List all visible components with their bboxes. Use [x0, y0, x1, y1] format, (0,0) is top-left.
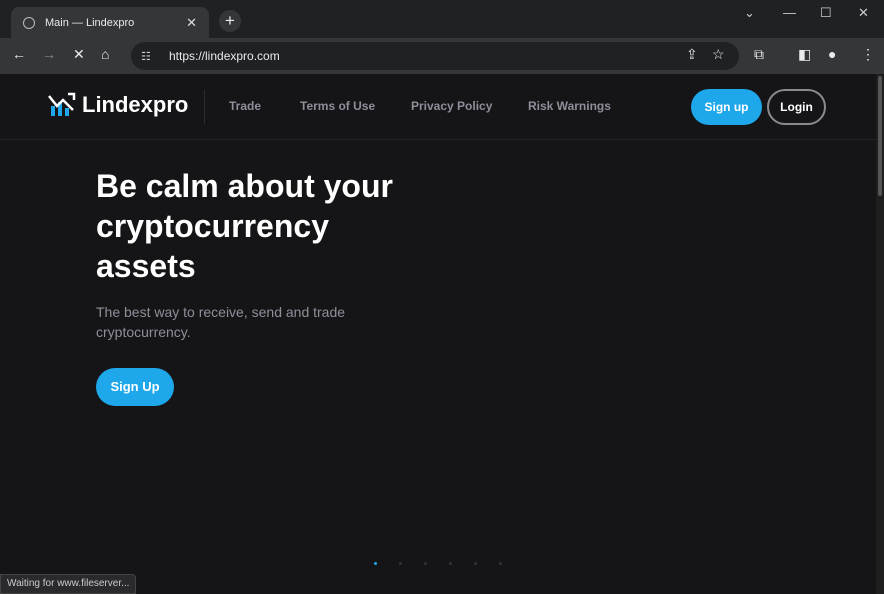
home-icon[interactable]: ⌂ — [101, 46, 109, 62]
hero-title: Be calm about your cryptocurrency assets — [96, 168, 393, 284]
forward-icon[interactable]: → — [42, 46, 56, 62]
chart-logo-icon — [48, 92, 76, 116]
slider-dot[interactable] — [499, 562, 502, 565]
scrollbar-thumb[interactable] — [878, 76, 882, 196]
tab-search-icon[interactable]: ⌄ — [744, 5, 755, 21]
close-window-icon[interactable]: ✕ — [858, 5, 869, 21]
slider-dot[interactable] — [399, 562, 402, 565]
tab-title: Main — Lindexpro — [45, 16, 135, 29]
login-button[interactable]: Login — [767, 89, 826, 125]
status-bubble: Waiting for www.fileserver... — [0, 574, 137, 594]
bookmark-star-icon[interactable]: ☆ — [712, 46, 725, 63]
nav-trade[interactable]: Trade — [229, 99, 261, 113]
new-tab-button[interactable]: + — [219, 10, 241, 32]
nav-risk-warnings[interactable]: Risk Warnings — [528, 99, 611, 113]
hero-subtitle: The best way to receive, send and trade … — [96, 304, 346, 340]
site-header: Lindexpro Trade Terms of Use Privacy Pol… — [0, 74, 876, 140]
browser-titlebar: Main — Lindexpro ✕ + ⌄ — ☐ ✕ — [0, 0, 884, 38]
back-icon[interactable]: ← — [12, 46, 26, 62]
brand-name: Lindexpro — [82, 92, 189, 117]
slider-dot[interactable] — [449, 562, 452, 565]
web-page: Lindexpro Trade Terms of Use Privacy Pol… — [0, 74, 876, 594]
minimize-icon[interactable]: — — [783, 5, 796, 20]
slider-dot[interactable] — [474, 562, 477, 565]
hero-signup-button[interactable]: Sign Up — [96, 368, 174, 406]
browser-toolbar: ← → ✕ ⌂ ☷ https://lindexpro.com ⇪ ☆ ⧉ ◧ … — [0, 38, 884, 74]
side-panel-icon[interactable]: ◧ — [798, 46, 811, 63]
extensions-icon[interactable]: ⧉ — [754, 46, 764, 63]
nav-terms-of-use[interactable]: Terms of Use — [300, 99, 375, 113]
close-tab-icon[interactable]: ✕ — [186, 15, 197, 31]
slider-dots — [374, 562, 502, 565]
signup-button[interactable]: Sign up — [691, 89, 762, 125]
site-info-icon[interactable]: ☷ — [141, 50, 159, 63]
stop-loading-icon[interactable]: ✕ — [73, 46, 85, 63]
brand-logo[interactable]: Lindexpro — [48, 92, 188, 118]
url-text[interactable]: https://lindexpro.com — [169, 49, 280, 63]
slider-dot[interactable] — [424, 562, 427, 565]
profile-icon[interactable]: ● — [828, 46, 836, 62]
maximize-icon[interactable]: ☐ — [820, 5, 832, 21]
scrollbar[interactable] — [876, 74, 884, 594]
address-bar[interactable]: ☷ https://lindexpro.com — [131, 42, 739, 70]
nav-privacy-policy[interactable]: Privacy Policy — [411, 99, 492, 113]
browser-tab[interactable]: Main — Lindexpro ✕ — [11, 7, 209, 38]
divider — [204, 90, 205, 124]
share-icon[interactable]: ⇪ — [686, 46, 698, 63]
loading-favicon-icon — [23, 16, 35, 29]
slider-dot[interactable] — [374, 562, 377, 565]
menu-icon[interactable]: ⋮ — [861, 46, 875, 63]
